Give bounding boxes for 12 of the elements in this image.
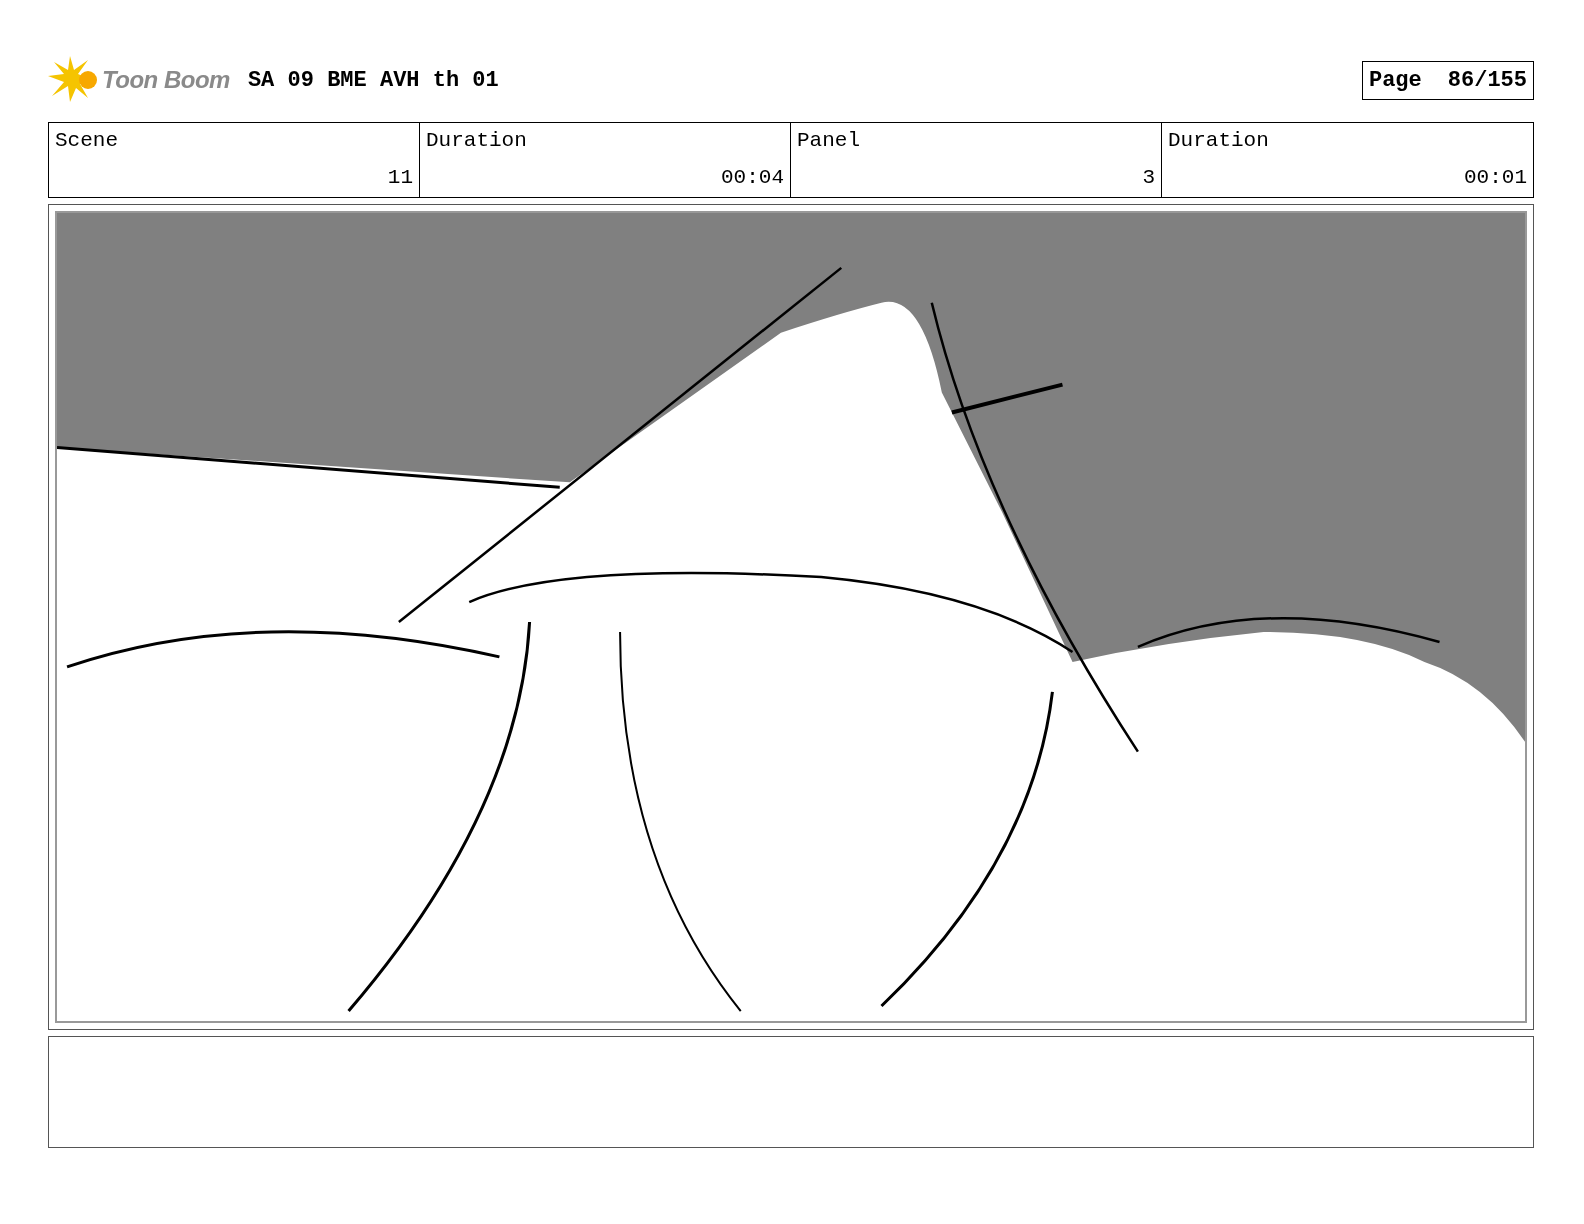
field-value: 00:01	[1464, 166, 1527, 189]
field-label: Panel	[797, 129, 861, 152]
field-value: 3	[1142, 166, 1155, 189]
starburst-icon	[48, 56, 100, 104]
storyboard-title: SA 09 BME AVH th 01	[247, 67, 499, 93]
field-label: Duration	[426, 129, 528, 152]
field-value: 11	[387, 166, 413, 189]
field-label: Scene	[55, 129, 119, 152]
page-counter: Page 86/155	[1361, 60, 1534, 100]
logo-text: Toon Boom	[102, 66, 230, 94]
field-value: 00:04	[721, 166, 784, 189]
field-label: Duration	[1168, 129, 1270, 152]
